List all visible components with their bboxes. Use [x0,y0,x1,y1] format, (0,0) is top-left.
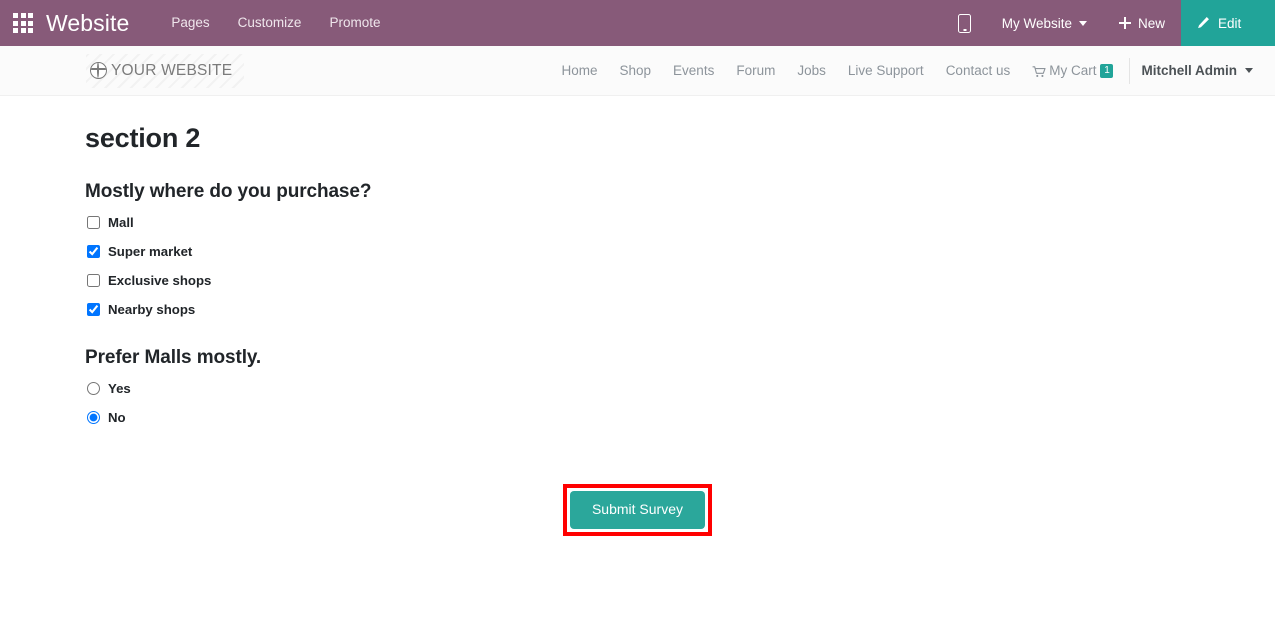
choice-row-no[interactable]: No [85,407,1275,428]
website-selector-label: My Website [1001,15,1072,31]
nav-link-contact-us[interactable]: Contact us [935,63,1022,78]
choice-label: Exclusive shops [108,272,212,288]
choice-row-yes[interactable]: Yes [85,378,1275,399]
user-menu-dropdown[interactable]: Mitchell Admin [1141,63,1257,78]
website-selector-dropdown[interactable]: My Website [986,0,1103,46]
website-nav-links: Home Shop Events Forum Jobs Live Support… [551,57,1258,84]
page-title: section 2 [85,123,201,153]
nav-link-events[interactable]: Events [662,63,725,78]
checkbox-nearby-shops[interactable] [87,303,100,316]
nav-link-forum[interactable]: Forum [725,63,786,78]
backend-brand-title: Website [46,9,130,36]
new-button-label: New [1137,15,1165,31]
checkbox-super-market[interactable] [87,245,100,258]
chevron-down-icon [1078,20,1087,26]
chevron-down-icon [1245,68,1253,73]
cart-count-badge: 1 [1100,63,1114,78]
website-logo-text: YOUR WEBSITE [111,61,233,79]
choice-label: Nearby shops [108,301,196,317]
topbar-right-group: My Website New Edit [944,0,1275,46]
question-block-prefer-malls: Prefer Malls mostly. Yes No [85,347,1275,428]
apps-menu-button[interactable] [0,0,46,46]
radio-no[interactable] [87,411,100,424]
odoo-backend-topbar: Website Pages Customize Promote My Websi… [0,0,1275,46]
edit-button[interactable]: Edit [1181,0,1275,46]
edit-button-label: Edit [1218,15,1242,31]
globe-icon [90,62,107,79]
choice-row-mall[interactable]: Mall [85,212,1275,233]
website-logo[interactable]: YOUR WEBSITE [86,53,245,88]
choice-label: Yes [108,380,131,396]
mobile-phone-icon [958,13,972,33]
nav-link-home[interactable]: Home [551,63,609,78]
nav-link-live-support[interactable]: Live Support [837,63,935,78]
grid-apps-icon [13,13,33,33]
submit-area: Submit Survey [85,484,1275,536]
choice-label: Super market [108,243,193,259]
mobile-preview-button[interactable] [944,0,986,46]
navbar-divider [1129,57,1131,84]
user-name-label: Mitchell Admin [1141,63,1237,78]
new-button[interactable]: New [1103,0,1181,46]
choice-row-nearby-shops[interactable]: Nearby shops [85,299,1275,320]
choice-label: Mall [108,214,134,230]
choice-row-exclusive-shops[interactable]: Exclusive shops [85,270,1275,291]
pencil-icon [1196,16,1210,30]
checkbox-exclusive-shops[interactable] [87,274,100,287]
website-navbar: YOUR WEBSITE Home Shop Events Forum Jobs… [0,46,1275,96]
submit-button-highlight: Submit Survey [562,484,713,536]
question-title: Mostly where do you purchase? [85,181,372,202]
menu-item-promote[interactable]: Promote [315,0,394,46]
plus-icon [1118,17,1131,29]
question-title: Prefer Malls mostly. [85,347,262,368]
question-block-purchase-location: Mostly where do you purchase? Mall Super… [85,181,1275,320]
nav-link-jobs[interactable]: Jobs [786,63,837,78]
submit-survey-button[interactable]: Submit Survey [569,491,706,529]
checkbox-mall[interactable] [87,216,100,229]
menu-item-customize[interactable]: Customize [224,0,316,46]
backend-menu: Pages Customize Promote [157,0,394,46]
my-cart-link[interactable]: My Cart 1 [1021,63,1122,78]
radio-yes[interactable] [87,382,100,395]
choice-label: No [108,409,126,425]
choice-row-super-market[interactable]: Super market [85,241,1275,262]
menu-item-pages[interactable]: Pages [157,0,223,46]
survey-page-content: section 2 Mostly where do you purchase? … [0,96,1275,536]
shopping-cart-icon [1032,65,1046,77]
my-cart-label: My Cart [1049,63,1097,78]
nav-link-shop[interactable]: Shop [609,63,663,78]
